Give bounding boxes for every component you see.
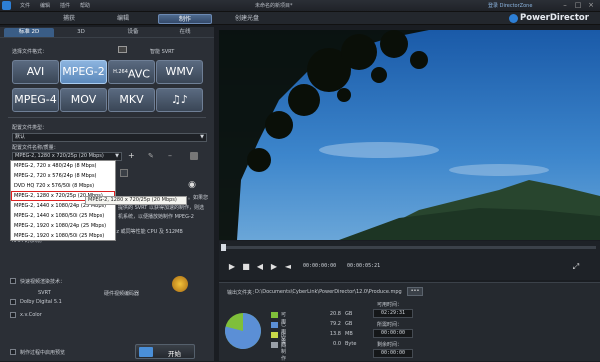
- format-wmv-button[interactable]: WMV: [156, 60, 203, 84]
- profile-name-label: 配置文件名称/质量：: [12, 145, 59, 151]
- volume-icon[interactable]: ◄: [283, 262, 293, 272]
- list-item[interactable]: MPEG-2, 720 x 480/24p (8 Mbps): [12, 162, 114, 170]
- available-time: 02:29:31: [373, 309, 413, 318]
- divider: [8, 117, 206, 118]
- preview-frame: [219, 30, 600, 240]
- brand-logo: PowerDirector: [509, 13, 600, 25]
- add-profile-icon[interactable]: +: [128, 152, 136, 160]
- current-time: 00:00:00:00: [303, 263, 337, 269]
- fast-render-checkbox[interactable]: [10, 278, 16, 284]
- tab-capture[interactable]: 捕获: [42, 14, 96, 24]
- video-preview: [219, 30, 600, 240]
- tab-3d[interactable]: 3D: [56, 28, 106, 37]
- menu-file[interactable]: 文件: [20, 2, 30, 9]
- dolby-checkbox[interactable]: [10, 299, 16, 305]
- tab-produce[interactable]: 制作: [158, 14, 212, 24]
- description-line: 机系统，以便播放她制作 MPEG-2: [118, 214, 194, 220]
- preview-eye-icon[interactable]: ◉: [185, 180, 199, 190]
- description-line: 。如果您: [188, 195, 209, 201]
- menu-help[interactable]: 帮助: [80, 2, 90, 9]
- menu-plugins[interactable]: 插件: [60, 2, 70, 9]
- xvcolor-checkbox[interactable]: [10, 312, 16, 318]
- maximize-icon[interactable]: □: [573, 1, 583, 10]
- tab-device[interactable]: 设备: [108, 28, 158, 37]
- legend-swatch: [271, 332, 278, 338]
- required-time: 00:00:00: [373, 329, 413, 338]
- browse-button[interactable]: •••: [407, 287, 423, 296]
- hw-encoder-label[interactable]: 硬件视频编码器: [104, 290, 139, 297]
- start-button[interactable]: 开始: [135, 344, 195, 359]
- tab-create-disc[interactable]: 创建光盘: [220, 14, 274, 24]
- logo-icon: [509, 14, 518, 23]
- list-item[interactable]: MPEG-2, 1440 x 1080/50i (25 Mbps): [12, 212, 114, 220]
- svrt-icon[interactable]: [118, 46, 127, 53]
- legend-swatch: [271, 342, 278, 348]
- menu-edit[interactable]: 编辑: [40, 2, 50, 9]
- profile-info-icon[interactable]: [190, 152, 198, 160]
- remaining-time-label: 剩余时间：: [377, 342, 403, 348]
- chevron-down-icon: ▼: [115, 153, 119, 159]
- format-avc-button[interactable]: H.264AVC: [108, 60, 155, 84]
- smart-svrt-label[interactable]: 智能 SVRT: [150, 48, 174, 55]
- output-folder-label: 输出文件夹：: [227, 290, 258, 296]
- produce-subtabs: 标准 2D 3D 设备 在线: [0, 27, 214, 38]
- timeline-slider[interactable]: [221, 244, 596, 251]
- total-time: 00:00:05:21: [347, 263, 381, 269]
- format-audio-button[interactable]: ♫♪: [156, 88, 203, 112]
- fullscreen-icon[interactable]: ⤢: [571, 262, 581, 272]
- preview-while-producing-checkbox[interactable]: [10, 349, 16, 355]
- profile-tooltip: MPEG-2, 1280 x 720/25p (20 Mbps): [85, 196, 187, 205]
- dolby-label: Dolby Digital 5.1: [20, 299, 62, 305]
- remove-profile-icon[interactable]: –: [168, 152, 176, 160]
- profile-type-label: 配置文件类型：: [12, 125, 48, 131]
- player-controls: ▶ ■ ◀ ▶ ◄ 00:00:00:00 00:00:05:21 ⤢: [219, 241, 600, 280]
- list-item[interactable]: DVD HQ 720 x 576/50i (8 Mbps): [12, 182, 114, 190]
- output-panel: 输出文件夹： D:\Documents\CyberLink\PowerDirec…: [219, 282, 600, 362]
- tab-standard-2d[interactable]: 标准 2D: [4, 28, 54, 37]
- xvcolor-label: x.v.Color: [20, 312, 42, 318]
- stop-icon[interactable]: ■: [241, 262, 251, 272]
- description-line: 提供的 SVRT 以获得加速的制作，则选: [118, 205, 204, 211]
- next-frame-icon[interactable]: ▶: [269, 262, 279, 272]
- close-icon[interactable]: ×: [586, 1, 596, 10]
- tab-edit[interactable]: 编辑: [96, 14, 150, 24]
- window-title: 未命名的新项目*: [255, 3, 293, 9]
- legend-swatch: [271, 312, 278, 318]
- film-icon: [139, 347, 153, 357]
- title-bar: 文件 编辑 插件 帮助 未命名的新项目* 登录 DirectorZone – □…: [0, 0, 600, 12]
- remaining-time: 00:00:00: [373, 349, 413, 358]
- profile-type-select[interactable]: 默认 ▼: [12, 133, 207, 142]
- list-item[interactable]: MPEG-2, 1920 x 1080/24p (25 Mbps): [12, 222, 114, 230]
- required-time-label: 所需时间：: [377, 322, 403, 328]
- format-mov-button[interactable]: MOV: [60, 88, 107, 112]
- minimize-icon[interactable]: –: [560, 1, 570, 10]
- list-item[interactable]: MPEG-2, 720 x 576/24p (8 Mbps): [12, 172, 114, 180]
- fast-render-label: 快速视频渲染技术：: [20, 279, 66, 285]
- file-format-label: 选择文件格式：: [12, 49, 48, 55]
- velocity-icon: [172, 276, 188, 292]
- edit-profile-icon[interactable]: ✎: [148, 152, 156, 160]
- output-folder-path: D:\Documents\CyberLink\PowerDirector\12.…: [255, 289, 402, 295]
- options-icon[interactable]: [120, 169, 128, 177]
- prev-frame-icon[interactable]: ◀: [255, 262, 265, 272]
- list-item[interactable]: MPEG-2, 1920 x 1080/50i (25 Mbps): [12, 232, 114, 240]
- disk-usage-pie: [225, 313, 262, 349]
- app-icon: [2, 1, 11, 10]
- format-avi-button[interactable]: AVI: [12, 60, 59, 84]
- available-time-label: 可用时间：: [377, 302, 403, 308]
- svrt-option-label[interactable]: SVRT: [38, 290, 51, 296]
- tab-online[interactable]: 在线: [160, 28, 210, 37]
- play-icon[interactable]: ▶: [227, 262, 237, 272]
- slider-handle[interactable]: [221, 244, 226, 251]
- preview-while-producing-label: 制作过程中启用预览: [20, 350, 66, 356]
- directorzone-link[interactable]: 登录 DirectorZone: [488, 2, 532, 9]
- chevron-down-icon: ▼: [200, 134, 204, 140]
- format-mpeg4-button[interactable]: MPEG-4: [12, 88, 59, 112]
- format-mkv-button[interactable]: MKV: [108, 88, 155, 112]
- format-mpeg2-button[interactable]: MPEG-2: [60, 60, 107, 84]
- legend-swatch: [271, 322, 278, 328]
